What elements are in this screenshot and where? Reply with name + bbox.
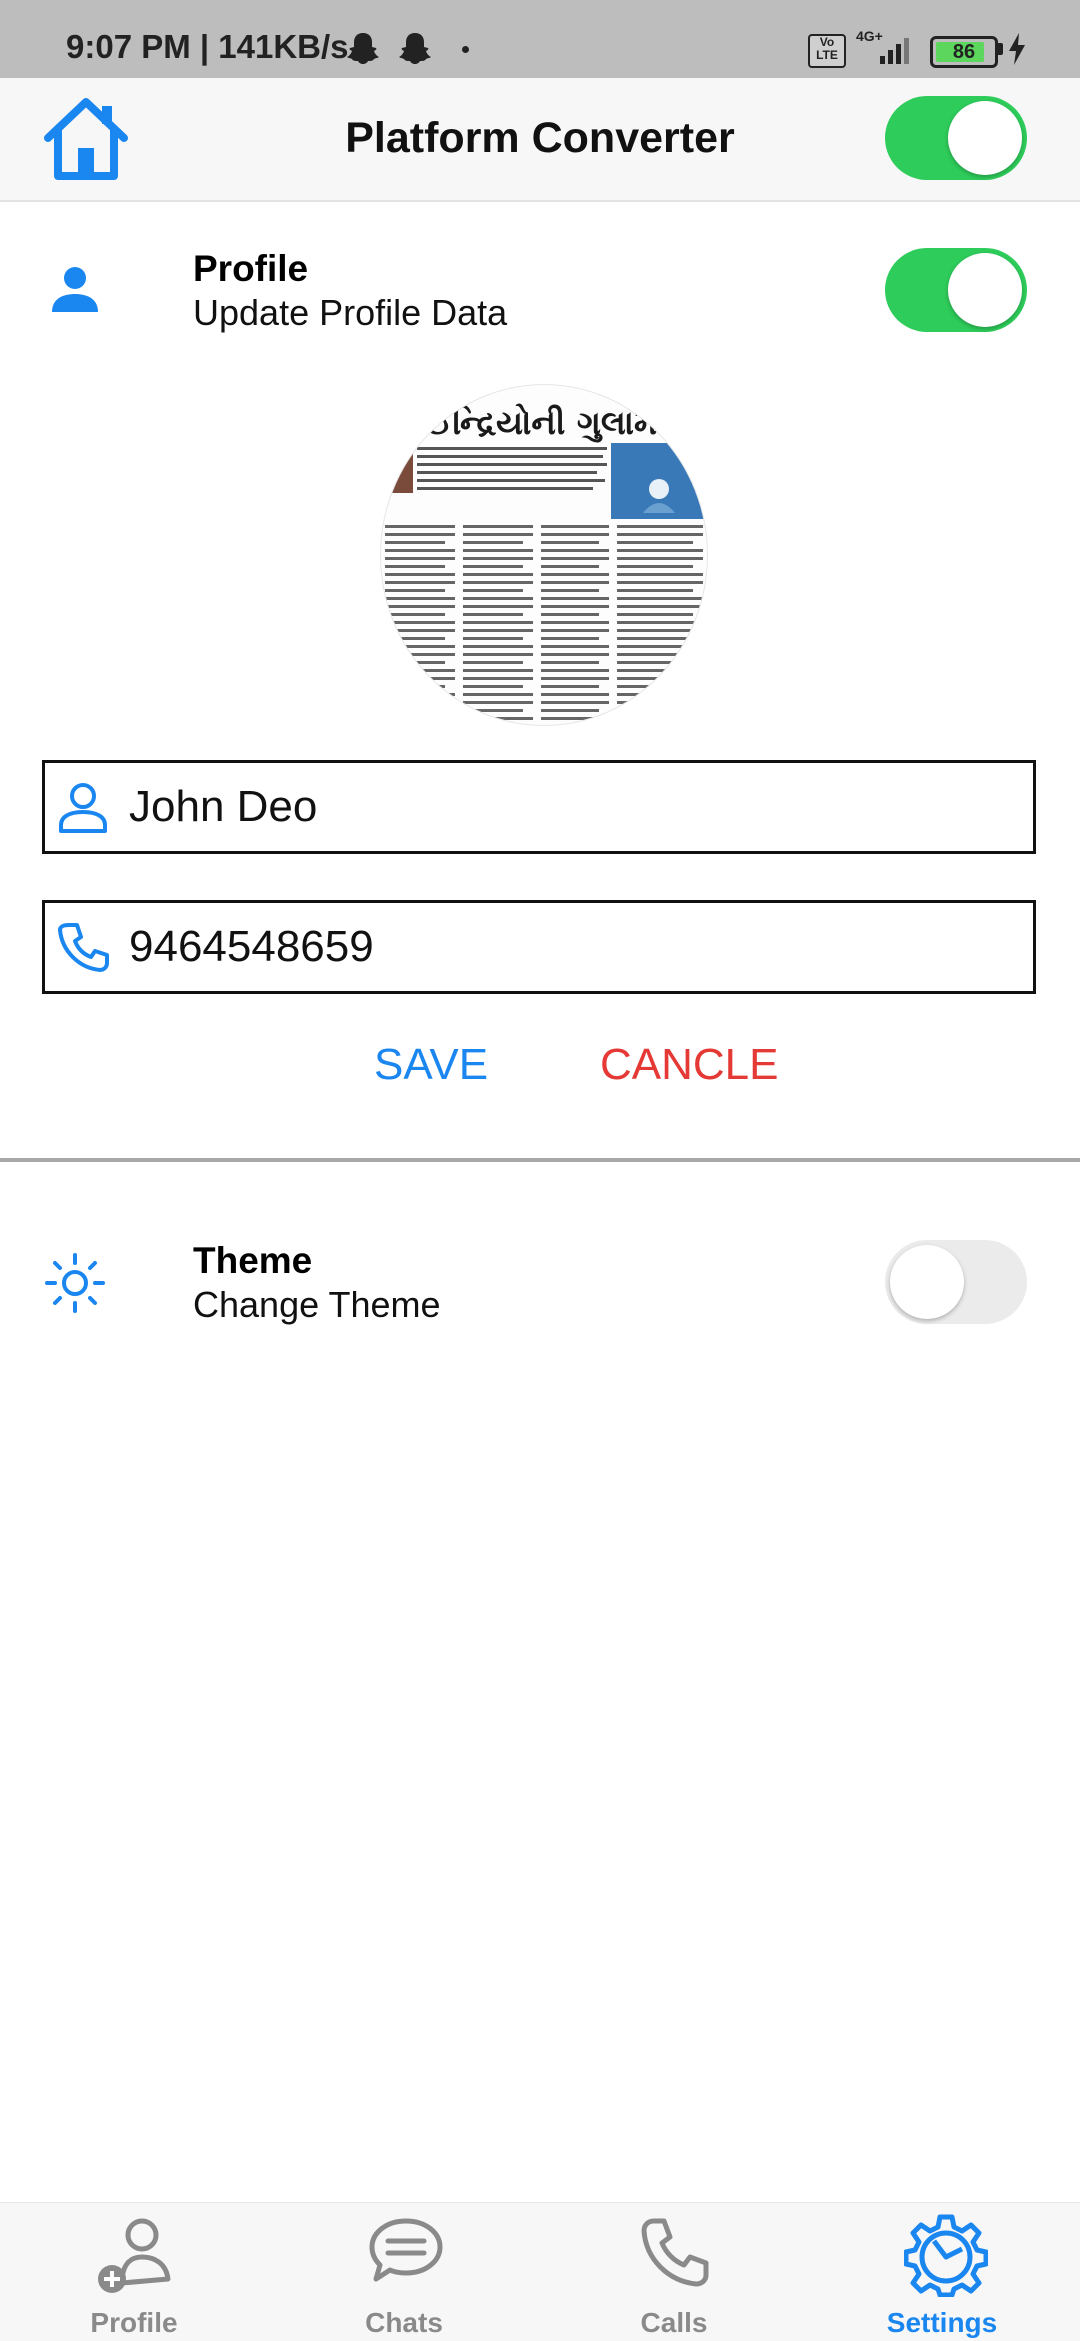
phone-icon [641, 2218, 709, 2287]
charging-icon [1009, 33, 1025, 65]
toggle-knob [890, 1245, 964, 1319]
status-time: 9:07 PM | 141KB/s [66, 28, 349, 65]
avatar-newspaper-image [383, 443, 707, 720]
snapchat-icon [347, 33, 379, 64]
status-bar: 9:07 PM | 141KB/s Vo LTE 4G+ 86 [0, 0, 1080, 78]
profile-title: Profile [193, 248, 309, 289]
battery-icon: 86 [930, 36, 998, 68]
save-button[interactable]: SAVE [374, 1040, 488, 1090]
avatar-headline: ન ઈન્દ્રિયોની ગુલામી [391, 403, 667, 442]
signal-icon [880, 38, 909, 64]
toggle-knob [948, 253, 1022, 327]
battery-tip [998, 43, 1003, 55]
nav-item-profile[interactable]: Profile [34, 2203, 234, 2341]
volte-badge: Vo LTE [808, 34, 846, 68]
section-divider [0, 1158, 1080, 1162]
add-person-icon [98, 2218, 171, 2293]
toggle-knob [948, 101, 1022, 175]
app-bar: Platform Converter [0, 78, 1080, 202]
person-icon [52, 267, 98, 312]
name-field[interactable] [42, 760, 1036, 854]
profile-toggle[interactable] [885, 248, 1027, 332]
nav-item-settings[interactable]: Settings [842, 2203, 1042, 2341]
avatar[interactable]: ન ઈન્દ્રિયોની ગુલામી [380, 384, 708, 726]
person-outline-icon [59, 783, 107, 833]
phone-field[interactable] [42, 900, 1036, 994]
notification-dot [462, 46, 469, 53]
theme-subtitle: Change Theme [193, 1284, 441, 1325]
nav-item-calls[interactable]: Calls [574, 2203, 774, 2341]
theme-toggle[interactable] [885, 1240, 1027, 1324]
cancel-button[interactable]: CANCLE [600, 1040, 779, 1090]
theme-title: Theme [193, 1240, 313, 1281]
phone-input[interactable] [129, 903, 1009, 991]
app-bar-toggle[interactable] [885, 96, 1027, 180]
chat-bubble-icon [369, 2218, 443, 2282]
profile-subtitle: Update Profile Data [193, 292, 508, 333]
bottom-nav: Profile Chats Calls Settings [0, 2202, 1080, 2341]
name-input[interactable] [129, 763, 1009, 851]
battery-percent: 86 [952, 41, 976, 63]
nav-label-profile: Profile [90, 2307, 178, 2338]
nav-label-chats: Chats [365, 2307, 443, 2338]
snapchat-icon [399, 33, 431, 64]
gear-icon [904, 2214, 988, 2297]
nav-label-settings: Settings [886, 2307, 998, 2338]
nav-item-chats[interactable]: Chats [304, 2203, 504, 2341]
nav-label-calls: Calls [640, 2307, 708, 2338]
sun-icon [45, 1253, 105, 1313]
phone-outline-icon [58, 923, 109, 972]
